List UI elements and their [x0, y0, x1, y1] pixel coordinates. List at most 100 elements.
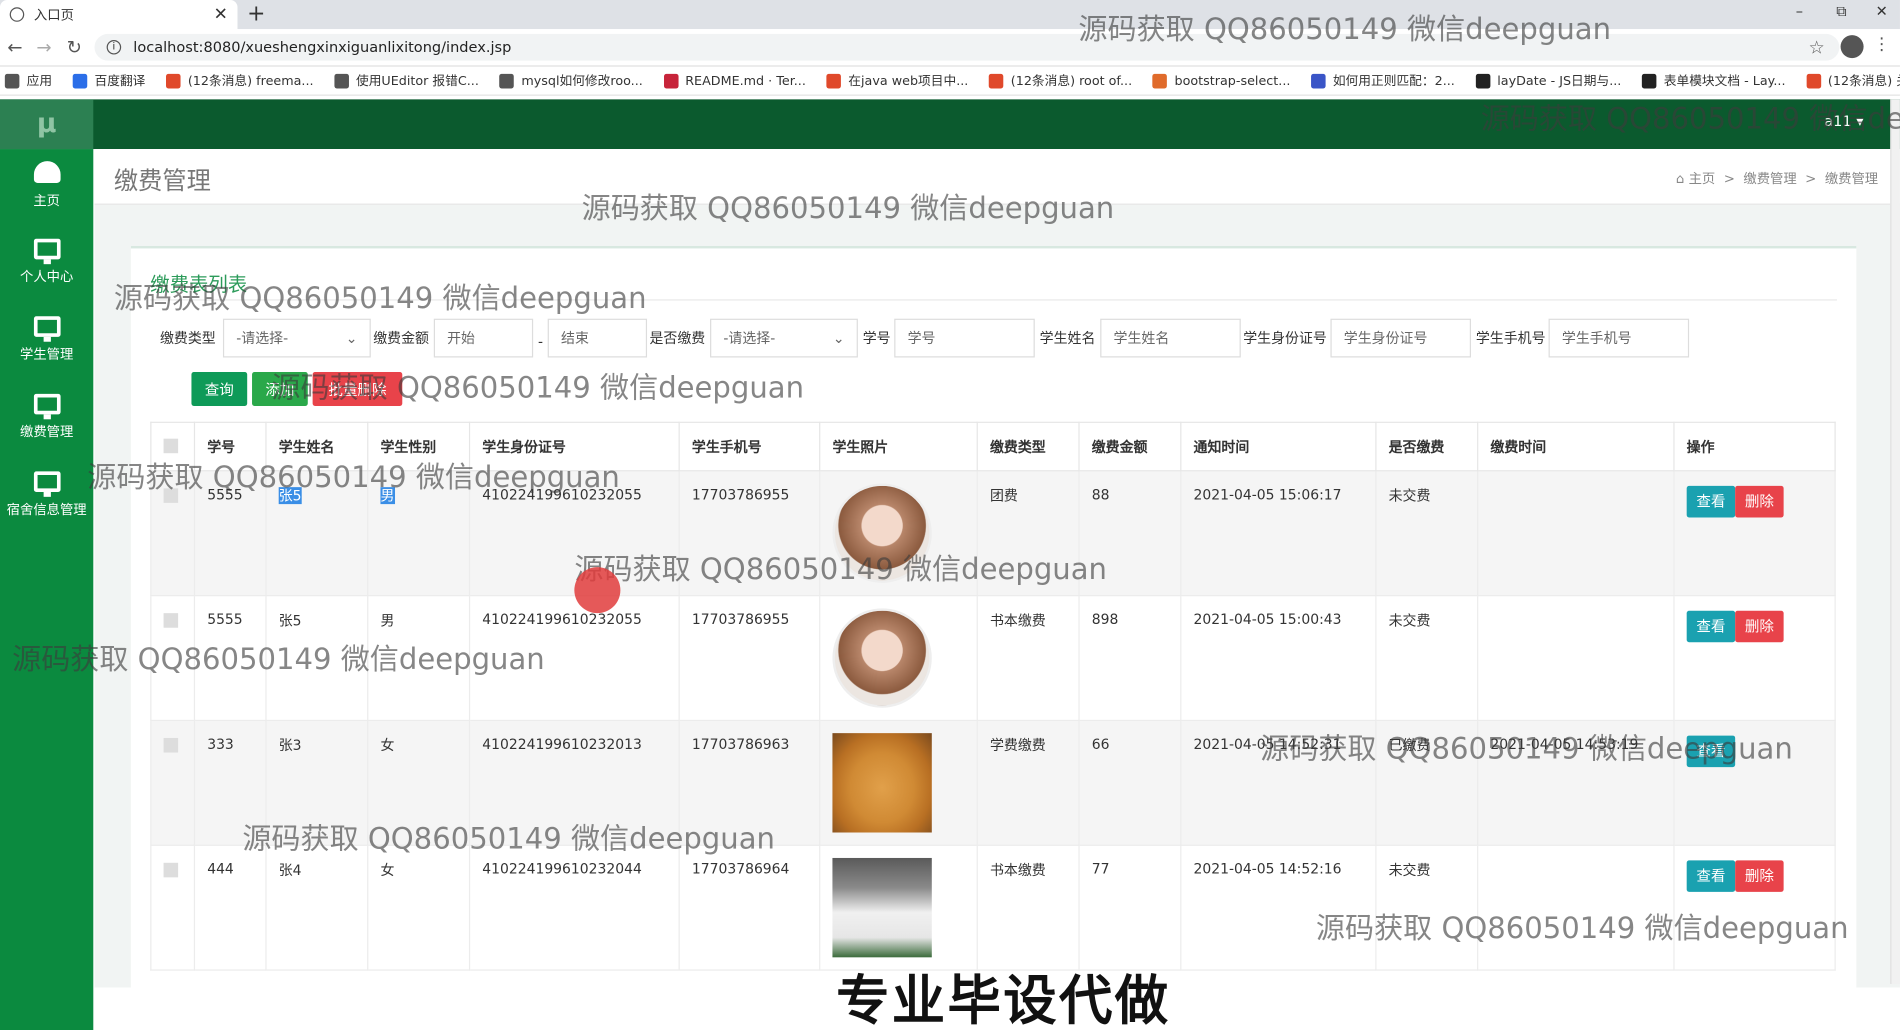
- monitor-icon: [33, 238, 60, 265]
- paid-value: -请选择-: [723, 329, 776, 347]
- browser-tab[interactable]: 入口页 ✕: [0, 0, 238, 30]
- sidebar: 主页 个人中心 学生管理 缴费管理 宿舍信息管理: [0, 149, 94, 1030]
- student-id-input[interactable]: 学生身份证号: [1330, 318, 1472, 358]
- bookmark-favicon-icon: [1152, 73, 1168, 88]
- bookmark-item[interactable]: README.md · Ter...: [663, 73, 806, 88]
- sidebar-item-home[interactable]: 主页: [0, 149, 93, 227]
- cell-fee-type: 书本缴费: [976, 594, 1080, 722]
- fee-type-select[interactable]: -请选择- ⌄: [222, 318, 371, 358]
- column-header[interactable]: 是否缴费: [1375, 421, 1479, 472]
- bookmark-item[interactable]: 如何用正则匹配：2...: [1311, 71, 1455, 89]
- bookmark-item[interactable]: bootstrap-select...: [1152, 73, 1291, 88]
- student-name-input[interactable]: 学生姓名: [1100, 318, 1241, 358]
- sidebar-item-label: 学生管理: [19, 346, 74, 363]
- view-button[interactable]: 查看: [1686, 485, 1736, 518]
- column-header[interactable]: 缴费时间: [1477, 421, 1675, 472]
- bookmark-favicon-icon: [4, 73, 20, 88]
- watermark-text: 源码获取 QQ86050149 微信deepguan: [574, 552, 1107, 587]
- delete-button[interactable]: 删除: [1735, 860, 1784, 892]
- cell-phone: 17703786955: [678, 594, 821, 722]
- column-header[interactable]: 缴费类型: [976, 421, 1080, 472]
- restore-button[interactable]: ⧉: [1836, 2, 1846, 20]
- bookmark-favicon-icon: [988, 73, 1004, 88]
- cell-amount: 77: [1078, 844, 1182, 971]
- watermark-text: 源码获取 QQ86050149 微信deepguan: [113, 281, 647, 316]
- column-header[interactable]: 学生照片: [819, 421, 978, 472]
- paid-label: 是否缴费: [649, 329, 706, 347]
- query-button[interactable]: 查询: [191, 372, 248, 406]
- delete-button[interactable]: 删除: [1735, 485, 1784, 518]
- cell-name: 张4: [265, 844, 369, 971]
- amount-start-input[interactable]: 开始: [433, 318, 534, 358]
- page-scrollbar[interactable]: [1890, 99, 1900, 984]
- bookmark-item[interactable]: mysql如何修改roo...: [499, 71, 643, 89]
- sidebar-item-fees[interactable]: 缴费管理: [0, 382, 93, 460]
- watermark-text: 源码获取 QQ86050149 微信deepguan: [242, 821, 775, 856]
- amount-end-input[interactable]: 结束: [547, 318, 648, 358]
- cell-fee-type: 书本缴费: [976, 844, 1080, 971]
- bookmark-item[interactable]: (12条消息) freema...: [166, 71, 314, 89]
- view-button[interactable]: 查看: [1686, 610, 1736, 643]
- breadcrumb-level1[interactable]: 缴费管理: [1743, 171, 1796, 187]
- watermark-text: 源码获取 QQ86050149 微信deepguan: [1260, 731, 1793, 766]
- column-header[interactable]: 学生手机号: [678, 421, 821, 472]
- watermark-text: 源码获取 QQ86050149 微信deepguan: [87, 460, 620, 495]
- student-id-label: 学生身份证号: [1243, 329, 1327, 347]
- minimize-button[interactable]: –: [1796, 2, 1803, 19]
- close-window-button[interactable]: ✕: [1876, 2, 1888, 19]
- bookmark-item[interactable]: layDate - JS日期与...: [1475, 71, 1621, 89]
- watermark-text: 源码获取 QQ86050149 微信deepguan: [581, 191, 1115, 226]
- bookmark-favicon-icon: [334, 73, 349, 88]
- row-checkbox[interactable]: [163, 862, 179, 878]
- bookmark-label: bootstrap-select...: [1174, 73, 1291, 88]
- amount-dash: -: [537, 333, 544, 351]
- forward-icon[interactable]: →: [36, 36, 51, 58]
- row-checkbox[interactable]: [163, 737, 179, 753]
- bookmark-favicon-icon: [72, 73, 88, 88]
- app-logo[interactable]: μ: [0, 99, 94, 150]
- row-checkbox[interactable]: [163, 613, 179, 628]
- back-icon[interactable]: ←: [7, 36, 22, 58]
- student-phone-input[interactable]: 学生手机号: [1548, 318, 1690, 358]
- menu-kebab-icon[interactable]: ⋮: [1873, 35, 1890, 54]
- cell-photo: [819, 719, 978, 846]
- sidebar-item-dorm[interactable]: 宿舍信息管理: [0, 459, 93, 537]
- student-no-input[interactable]: 学号: [894, 318, 1035, 358]
- bookmark-label: 在java web项目中...: [848, 73, 969, 89]
- sidebar-item-label: 个人中心: [19, 269, 74, 285]
- bookmark-favicon-icon: [1311, 73, 1326, 88]
- paid-select[interactable]: -请选择- ⌄: [710, 318, 858, 358]
- list-card: 缴费表列表 缴费类型 -请选择- ⌄ 缴费金额 开始 - 结束 是否缴费 -请选…: [130, 245, 1857, 988]
- reload-icon[interactable]: ↻: [67, 36, 82, 58]
- tab-close-icon[interactable]: ✕: [214, 5, 228, 24]
- sidebar-item-students[interactable]: 学生管理: [0, 304, 93, 382]
- sidebar-item-profile[interactable]: 个人中心: [0, 227, 93, 305]
- watermark-text: 源码获取 QQ86050149 微信deepguan: [1480, 101, 1900, 136]
- bookmark-item[interactable]: (12条消息) 关于lay...: [1806, 71, 1900, 89]
- column-header[interactable]: 通知时间: [1180, 421, 1377, 472]
- delete-button[interactable]: 删除: [1735, 610, 1784, 643]
- browser-tab-strip: 入口页 ✕ + – ⧉ ✕: [0, 0, 1900, 30]
- view-button[interactable]: 查看: [1686, 860, 1736, 892]
- profile-avatar-icon[interactable]: [1840, 35, 1864, 59]
- chevron-down-icon: ⌄: [345, 329, 358, 347]
- watermark-text: 源码获取 QQ86050149 微信deepguan: [1315, 911, 1849, 946]
- info-icon[interactable]: i: [106, 39, 122, 55]
- bookmark-item[interactable]: 应用: [4, 71, 52, 89]
- column-header[interactable]: 缴费金额: [1078, 421, 1182, 472]
- url-text: localhost:8080/xueshengxinxiguanlixitong…: [133, 38, 512, 56]
- select-all-checkbox[interactable]: [163, 438, 179, 454]
- bookmark-favicon-icon: [1806, 73, 1821, 88]
- bookmark-star-icon[interactable]: ☆: [1809, 36, 1825, 58]
- bookmark-item[interactable]: (12条消息) root of...: [988, 71, 1132, 89]
- column-header: 操作: [1673, 421, 1836, 472]
- new-tab-button[interactable]: +: [247, 1, 265, 26]
- bookmark-item[interactable]: 在java web项目中...: [826, 71, 968, 89]
- bookmark-item[interactable]: 表单模块文档 - Lay...: [1641, 71, 1786, 89]
- bookmark-item[interactable]: 百度翻译: [72, 71, 146, 89]
- breadcrumb-home[interactable]: 主页: [1689, 171, 1716, 187]
- bookmark-item[interactable]: 使用UEditor 报错C...: [334, 71, 479, 89]
- dashboard-icon: [33, 161, 60, 183]
- bookmark-label: 百度翻译: [94, 73, 146, 89]
- watermark-text: 源码获取 QQ86050149 微信deepguan: [1078, 12, 1612, 47]
